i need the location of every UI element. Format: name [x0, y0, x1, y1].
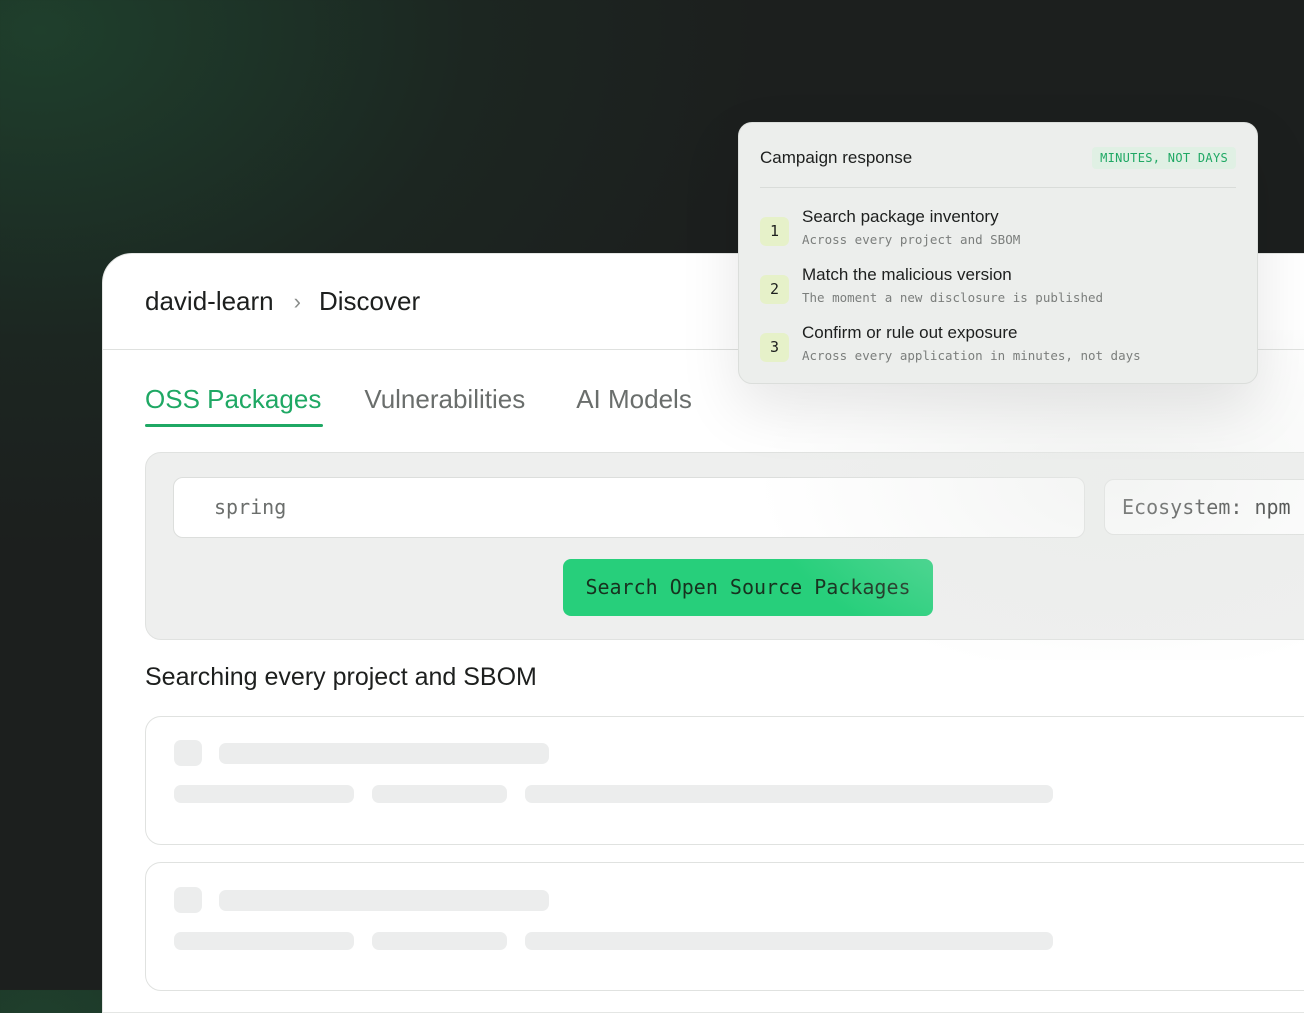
skeleton-title — [219, 743, 549, 764]
chevron-right-icon: › — [293, 288, 301, 314]
step-number: 3 — [760, 333, 789, 362]
skeleton-meta — [174, 932, 354, 950]
step-subtitle: Across every project and SBOM — [802, 232, 1021, 247]
breadcrumb-org[interactable]: david-learn — [145, 286, 274, 317]
step-number: 1 — [760, 217, 789, 246]
ecosystem-select[interactable]: Ecosystem: npm — [1104, 479, 1304, 535]
tab-bar: OSS Packages Vulnerabilities AI Models — [145, 384, 735, 427]
campaign-badge: MINUTES, NOT DAYS — [1092, 147, 1236, 169]
step-title: Confirm or rule out exposure — [802, 323, 1018, 342]
divider — [760, 187, 1236, 188]
breadcrumb-page: Discover — [318, 286, 421, 316]
skeleton-icon — [174, 887, 202, 913]
tab-oss-packages[interactable]: OSS Packages — [145, 384, 324, 427]
step-title: Match the malicious version — [802, 265, 1012, 284]
skeleton-meta — [372, 932, 507, 950]
campaign-response-card: Campaign response MINUTES, NOT DAYS 1 Se… — [738, 122, 1258, 384]
skeleton-icon — [174, 740, 202, 766]
skeleton-description — [525, 932, 1053, 950]
skeleton-meta — [174, 785, 354, 803]
campaign-title: Campaign response — [760, 148, 913, 167]
step-subtitle: The moment a new disclosure is published — [802, 290, 1104, 305]
result-skeleton-card — [145, 716, 1304, 845]
result-skeleton-card — [145, 862, 1304, 991]
search-button[interactable]: Search Open Source Packages — [563, 559, 933, 616]
tab-ai-models[interactable]: AI Models — [576, 384, 692, 427]
skeleton-description — [525, 785, 1053, 803]
skeleton-title — [219, 890, 549, 911]
step-number: 2 — [760, 275, 789, 304]
skeleton-meta — [372, 785, 507, 803]
tab-vulnerabilities[interactable]: Vulnerabilities — [364, 384, 525, 427]
step-subtitle: Across every application in minutes, not… — [802, 348, 1141, 363]
breadcrumb: david-learn › Discover — [145, 286, 420, 317]
step-title: Search package inventory — [802, 207, 999, 226]
results-title: Searching every project and SBOM — [145, 663, 537, 691]
search-panel: spring Ecosystem: npm Search Open Source… — [145, 452, 1304, 640]
search-input[interactable]: spring — [173, 477, 1085, 538]
